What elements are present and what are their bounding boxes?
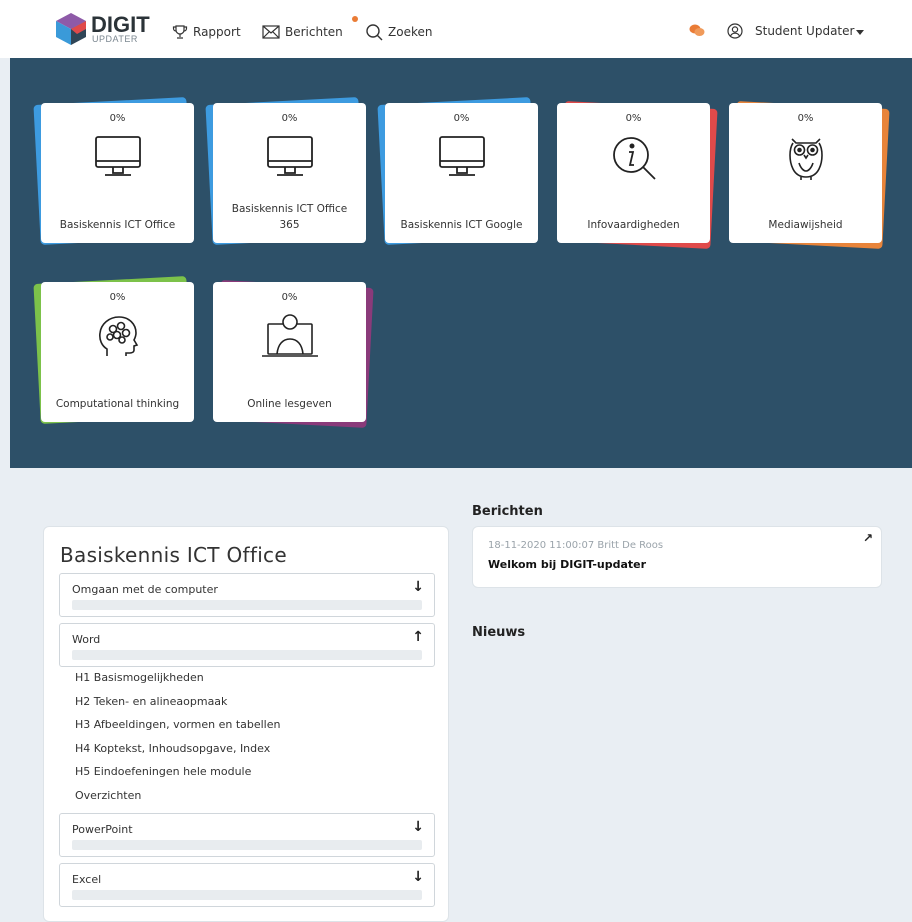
section-progress-bar [72, 840, 422, 850]
tile-card: 0% Computational thinking [41, 282, 194, 422]
cube-logo-icon [56, 13, 86, 45]
tile-online-lesgeven[interactable]: 0% Online lesgeven [213, 280, 374, 428]
section-label: Omgaan met de computer [72, 583, 218, 596]
module-tiles-area: 0% Basiskennis ICT Office 0% Basiskennis… [10, 58, 912, 468]
tile-title: Basiskennis ICT Google [400, 219, 523, 231]
trophy-icon [172, 25, 188, 39]
tile-infovaardigheden[interactable]: 0% Infovaardigheden [557, 101, 718, 249]
user-menu[interactable]: Student Updater [755, 24, 854, 38]
section-label: Word [72, 633, 101, 646]
tile-title: Mediawijsheid [768, 219, 843, 231]
module-panel: Basiskennis ICT Office Omgaan met de com… [43, 526, 449, 922]
tile-progress: 0% [625, 113, 642, 124]
module-title: Basiskennis ICT Office [60, 543, 287, 567]
envelope-icon [262, 25, 280, 39]
section-omgaan-met-de-computer[interactable]: Omgaan met de computer ↓ [59, 573, 435, 617]
monitor-icon [438, 136, 485, 176]
tile-title: Computational thinking [55, 398, 180, 410]
arrow-down-icon[interactable]: ↓ [412, 579, 424, 595]
chat-icon[interactable] [689, 24, 705, 37]
word-item-h1[interactable]: H1 Basismogelijkheden [75, 671, 204, 684]
word-item-h5[interactable]: H5 Eindoefeningen hele module [75, 765, 251, 778]
message-meta: 18-11-2020 11:00:07 Britt De Roos [488, 540, 664, 551]
nieuws-heading: Nieuws [472, 625, 526, 640]
section-progress-bar [72, 890, 422, 900]
message-item[interactable]: 18-11-2020 11:00:07 Britt De Roos Welkom… [472, 526, 882, 588]
nav-berichten[interactable]: Berichten [262, 22, 343, 42]
user-circle-icon[interactable] [727, 23, 743, 39]
tile-card: 0% Online lesgeven [213, 282, 366, 422]
arrow-down-icon[interactable]: ↓ [412, 869, 424, 885]
tile-title: Basiskennis ICT Office [59, 219, 176, 231]
section-label: PowerPoint [72, 823, 133, 836]
tile-progress: 0% [281, 113, 298, 124]
external-link-icon[interactable]: ↗ [863, 531, 873, 545]
tile-title: Basiskennis ICT Office 365 [231, 203, 348, 231]
caret-down-icon[interactable] [856, 30, 864, 35]
word-item-h4[interactable]: H4 Koptekst, Inhoudsopgave, Index [75, 742, 270, 755]
info-search-icon [612, 137, 656, 180]
nav-berichten-label: Berichten [285, 25, 343, 39]
brain-head-icon [98, 316, 138, 356]
section-progress-bar [72, 600, 422, 610]
digit-logo[interactable]: DIGIT UPDATER [55, 10, 150, 50]
tile-basiskennis-ict-office-365[interactable]: 0% Basiskennis ICT Office 365 [205, 97, 366, 245]
tile-progress: 0% [453, 113, 470, 124]
nav-zoeken-label: Zoeken [388, 25, 433, 39]
nav-zoeken[interactable]: Zoeken [366, 22, 432, 42]
notification-dot [352, 16, 358, 22]
tile-title: Online lesgeven [247, 398, 332, 410]
tile-progress: 0% [109, 292, 126, 303]
tile-progress: 0% [797, 113, 814, 124]
section-word[interactable]: Word ↑ [59, 623, 435, 667]
arrow-down-icon[interactable]: ↓ [412, 819, 424, 835]
word-item-h2[interactable]: H2 Teken- en alineaopmaak [75, 695, 227, 708]
message-text: Welkom bij DIGIT-updater [488, 558, 647, 571]
teacher-screen-icon [261, 314, 318, 357]
tile-progress: 0% [109, 113, 126, 124]
berichten-heading: Berichten [472, 504, 543, 519]
tile-card: 0% Basiskennis ICT Office 365 [213, 103, 366, 243]
section-label: Excel [72, 873, 102, 886]
arrow-up-icon[interactable]: ↑ [412, 629, 424, 645]
word-item-h3[interactable]: H3 Afbeeldingen, vormen en tabellen [75, 718, 280, 731]
tile-title: Infovaardigheden [587, 219, 680, 231]
tile-progress: 0% [281, 292, 298, 303]
tile-card: 0% Basiskennis ICT Google [385, 103, 538, 243]
word-item-overzichten[interactable]: Overzichten [75, 789, 141, 802]
tile-basiskennis-ict-office[interactable]: 0% Basiskennis ICT Office [33, 97, 194, 245]
nav-rapport-label: Rapport [193, 25, 241, 39]
section-progress-bar [72, 650, 422, 660]
owl-icon [788, 138, 823, 180]
nav-rapport[interactable]: Rapport [172, 22, 241, 42]
brand-sub: UPDATER [92, 34, 138, 44]
section-excel[interactable]: Excel ↓ [59, 863, 435, 907]
monitor-icon [94, 136, 141, 176]
tile-basiskennis-ict-google[interactable]: 0% Basiskennis ICT Google [377, 97, 538, 245]
search-icon [366, 23, 383, 40]
tile-computational-thinking[interactable]: 0% Computational thinking [33, 276, 194, 424]
tile-mediawijsheid[interactable]: 0% Mediawijsheid [729, 101, 890, 249]
section-powerpoint[interactable]: PowerPoint ↓ [59, 813, 435, 857]
tile-card: 0% Infovaardigheden [557, 103, 710, 243]
tile-card: 0% Mediawijsheid [729, 103, 882, 243]
monitor-icon [266, 136, 313, 176]
top-navbar: DIGIT UPDATER Rapport Berichten Zoeken S… [0, 0, 912, 58]
tile-card: 0% Basiskennis ICT Office [41, 103, 194, 243]
